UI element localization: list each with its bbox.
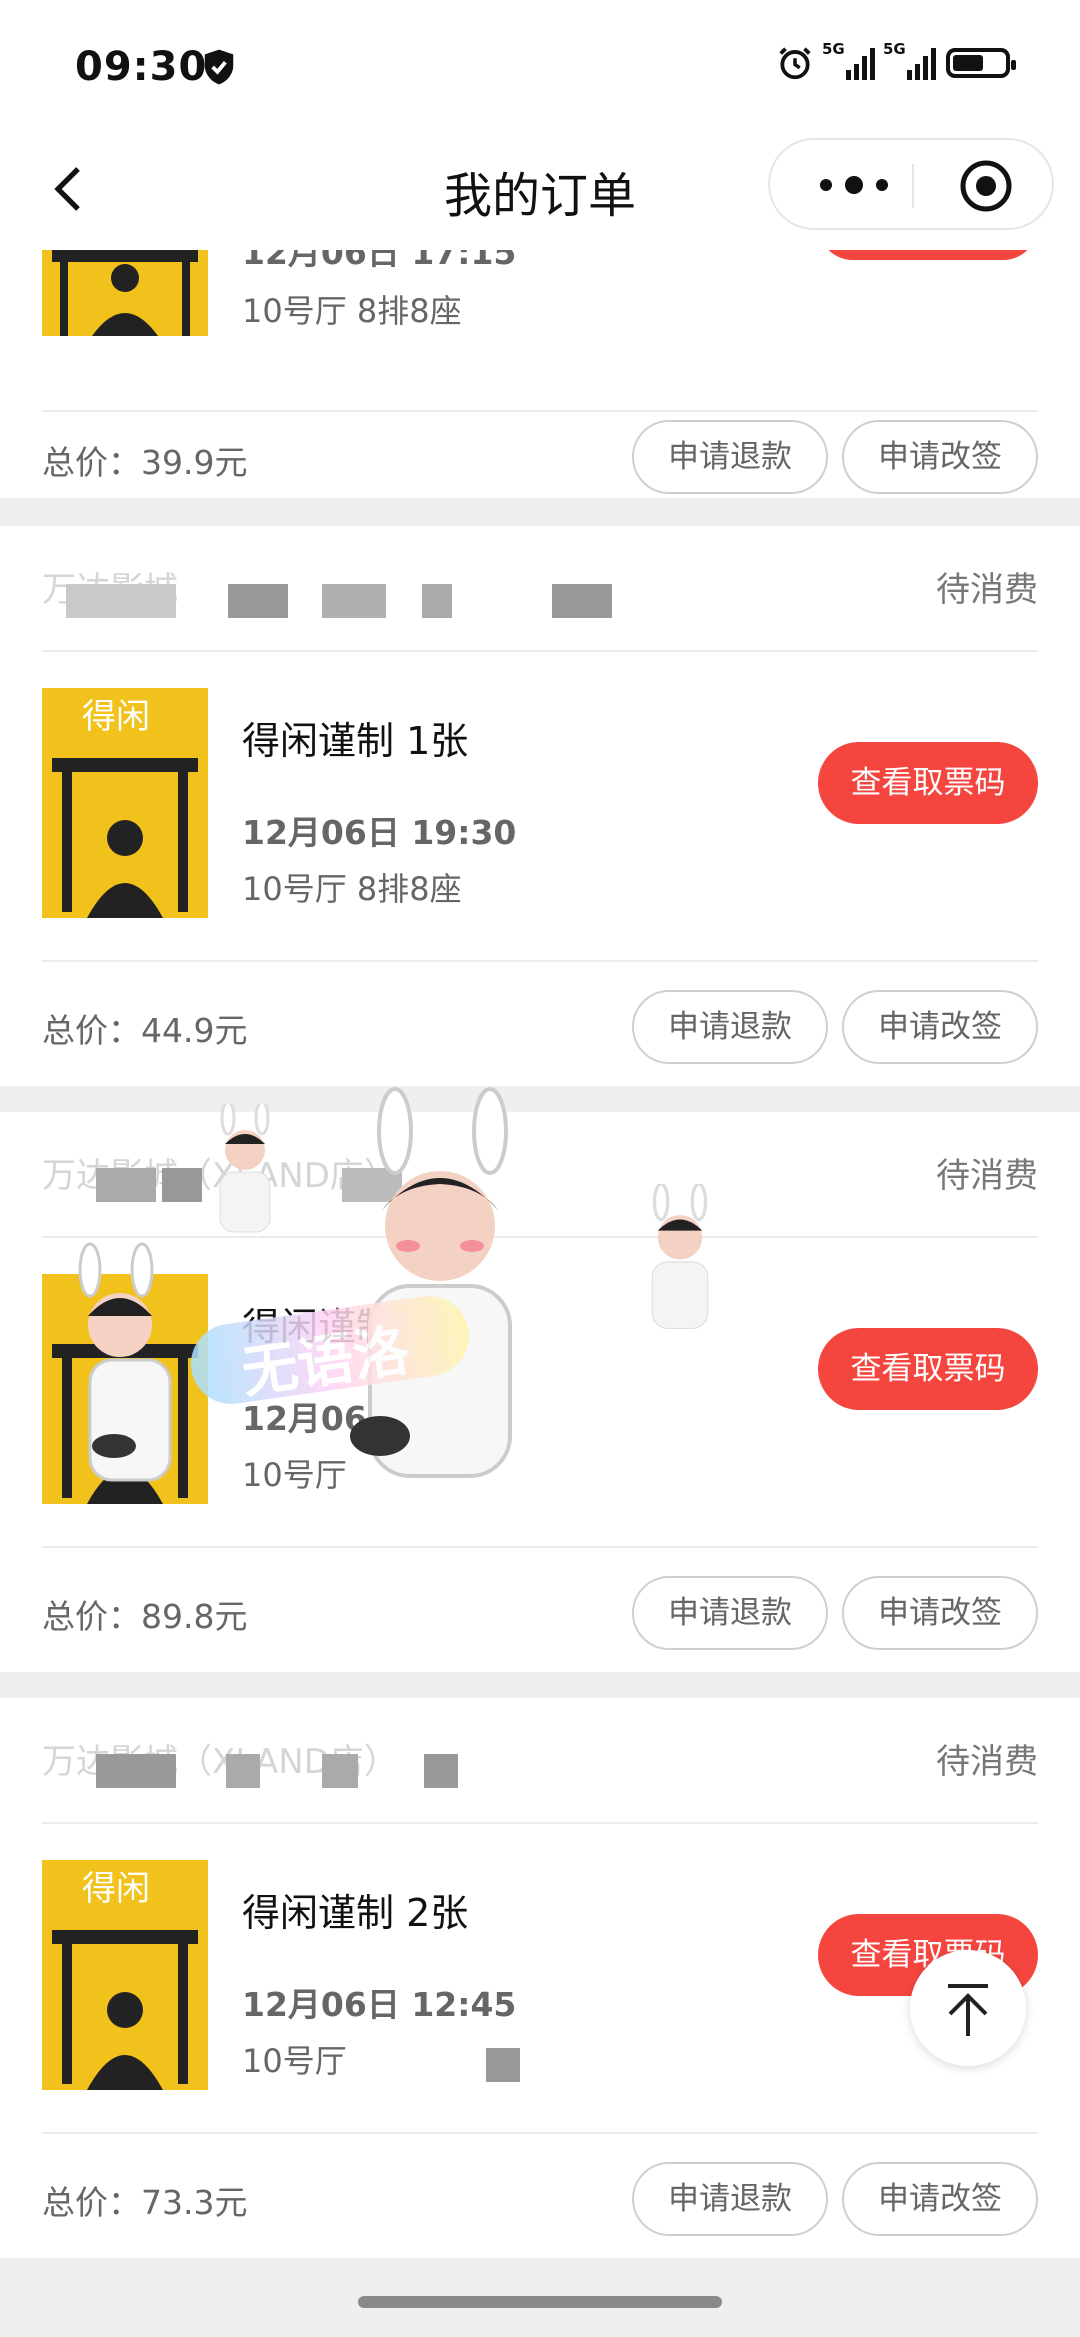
- status-time: 09:30: [75, 44, 208, 90]
- battery-icon: [946, 48, 1016, 78]
- show-time: 12月06日 12:45: [242, 1985, 517, 2024]
- seat-info: 10号厅 8排8座: [242, 870, 462, 908]
- show-time: 12月06日 19:30: [242, 813, 517, 852]
- show-time: 12月06日 17:15: [242, 250, 517, 272]
- alarm-icon: [779, 47, 811, 80]
- view-ticket-code-button[interactable]: [818, 250, 1038, 260]
- total-price: 总价：89.8元: [42, 1597, 248, 1636]
- bunny-sticker-small: [651, 1184, 709, 1329]
- change-ticket-button[interactable]: 申请改签: [842, 2162, 1038, 2236]
- order-status: 待消费: [936, 1742, 1038, 1782]
- back-to-top-button[interactable]: [910, 1950, 1026, 2066]
- view-ticket-code-button[interactable]: 查看取票码: [818, 742, 1038, 824]
- refund-button[interactable]: 申请退款: [632, 420, 828, 494]
- seat-info: 10号厅 8排8座: [242, 292, 462, 330]
- bunny-sticker-small: [219, 1104, 271, 1233]
- seat-info: 10号厅: [242, 2042, 347, 2080]
- change-ticket-button[interactable]: 申请改签: [842, 990, 1038, 1064]
- more-icon[interactable]: [814, 172, 894, 198]
- svg-text:得闲: 得闲: [82, 1869, 150, 1909]
- movie-title: 得闲谨制 1张: [242, 719, 469, 763]
- change-ticket-button[interactable]: 申请改签: [842, 1576, 1038, 1650]
- view-ticket-code-button[interactable]: 查看取票码: [818, 1328, 1038, 1410]
- arrow-up-icon: [948, 1984, 988, 2036]
- network-label: 5G: [883, 40, 906, 58]
- bunny-sticker-left: [78, 1242, 172, 1482]
- close-miniprogram-icon[interactable]: [958, 158, 1014, 214]
- refund-button[interactable]: 申请退款: [632, 2162, 828, 2236]
- total-price: 总价：73.3元: [42, 2183, 248, 2222]
- status-bar: 09:30 5G 5G: [0, 0, 1080, 130]
- signal-icon: 5G: [883, 40, 936, 80]
- movie-title: 得闲谨制 2张: [242, 1891, 469, 1935]
- home-indicator[interactable]: [358, 2296, 722, 2308]
- refund-button[interactable]: 申请退款: [632, 1576, 828, 1650]
- signal-icon: 5G: [822, 40, 875, 80]
- total-price: 总价：44.9元: [42, 1011, 248, 1050]
- shield-icon: [204, 49, 234, 85]
- bunny-sticker-large: [350, 1087, 512, 1478]
- movie-poster: [42, 250, 208, 336]
- order-card: 万达影城 待消费 得闲 得闲谨制 1张 12月06日 19:30 10号厅 8排…: [0, 526, 1080, 1086]
- nav-bar: 我的订单: [0, 130, 1080, 250]
- order-status: 待消费: [936, 570, 1038, 610]
- order-status: 待消费: [936, 1156, 1038, 1196]
- movie-poster: 得闲: [42, 1860, 208, 2090]
- refund-button[interactable]: 申请退款: [632, 990, 828, 1064]
- network-label: 5G: [822, 40, 845, 58]
- order-card: 12月06日 17:15 10号厅 8排8座 总价：39.9元 申请退款 申请改…: [0, 250, 1080, 498]
- miniprogram-capsule: [768, 138, 1054, 230]
- svg-text:得闲: 得闲: [82, 697, 150, 737]
- movie-poster: 得闲: [42, 688, 208, 918]
- change-ticket-button[interactable]: 申请改签: [842, 420, 1038, 494]
- total-price: 总价：39.9元: [42, 443, 248, 482]
